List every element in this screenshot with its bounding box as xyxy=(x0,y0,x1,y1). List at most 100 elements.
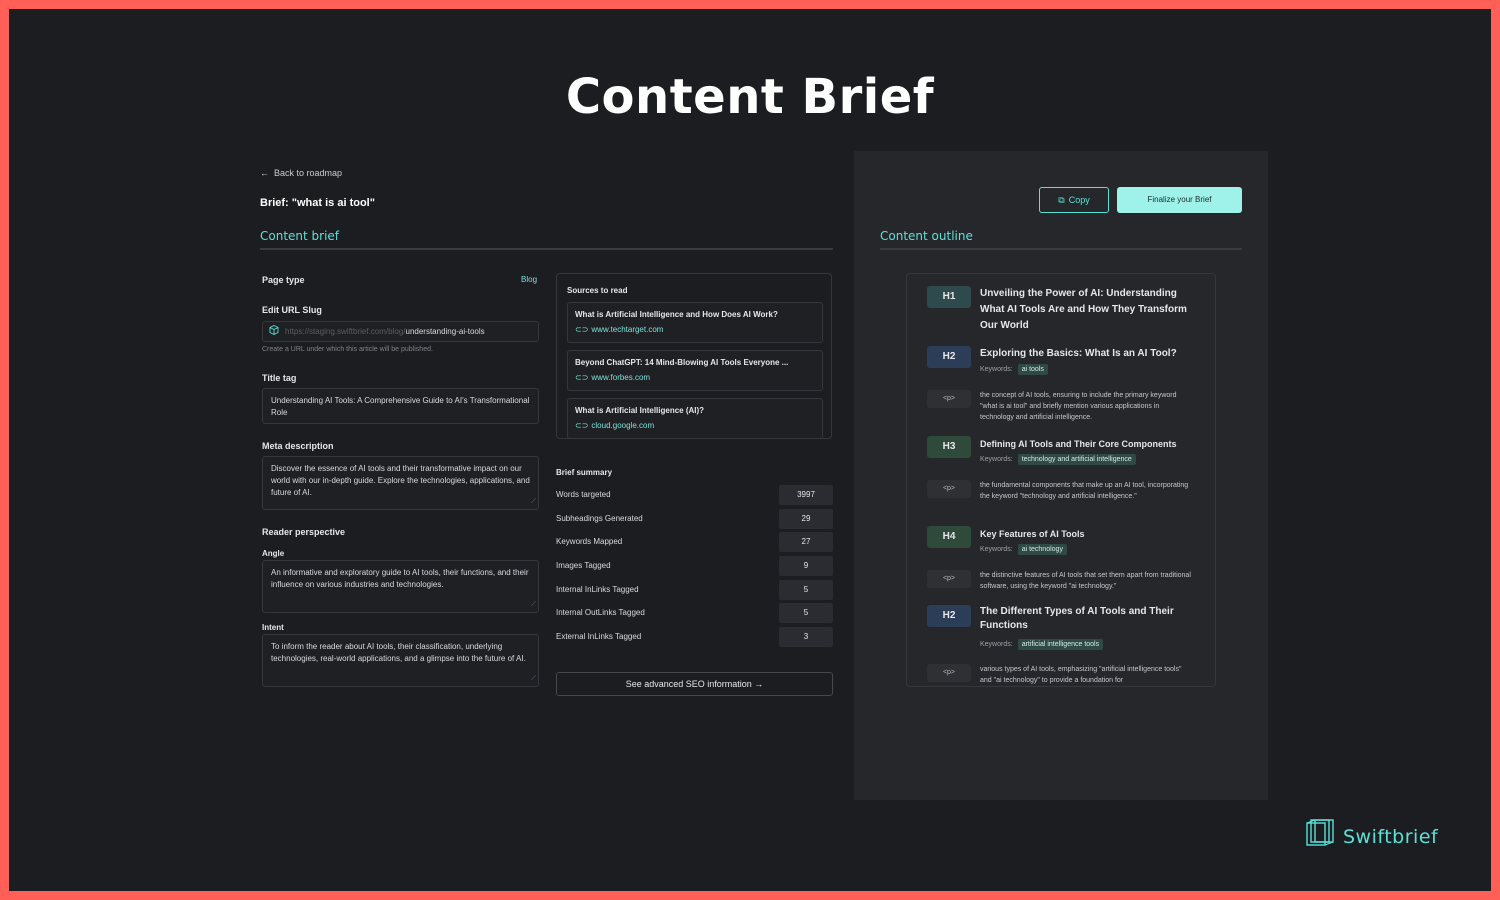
summary-label: Keywords Mapped xyxy=(556,537,623,546)
outline-item-paragraph[interactable]: <p> the distinctive features of AI tools… xyxy=(927,570,1207,600)
outline-heading: Key Features of AI Tools xyxy=(980,529,1085,539)
copy-label: Copy xyxy=(1068,195,1090,205)
summary-value: 29 xyxy=(779,509,833,529)
arrow-left-icon: ← xyxy=(260,168,269,178)
resize-grip-icon[interactable]: ⟋ xyxy=(531,599,536,611)
summary-value: 3997 xyxy=(779,485,833,505)
tab-underline xyxy=(260,248,833,250)
summary-label: Images Tagged xyxy=(556,561,611,570)
meta-description-field[interactable]: Discover the essence of AI tools and the… xyxy=(262,456,539,510)
brief-summary-title: Brief summary xyxy=(556,468,613,477)
angle-value: An informative and exploratory guide to … xyxy=(271,568,529,589)
keyword-chip: artificial intelligence tools xyxy=(1017,639,1104,650)
intent-field[interactable]: To inform the reader about AI tools, the… xyxy=(262,634,539,687)
url-slug-field[interactable]: https://staging.swiftbrief.com/blog/unde… xyxy=(262,321,539,342)
keyword-chip: ai technology xyxy=(1017,544,1067,555)
back-to-roadmap-link[interactable]: ← Back to roadmap xyxy=(260,168,342,178)
source-url[interactable]: www.techtarget.com xyxy=(591,325,663,334)
link-icon: ⊂⊃ xyxy=(575,325,589,334)
outline-item-paragraph[interactable]: <p> various types of AI tools, emphasizi… xyxy=(927,664,1207,686)
intent-label: Intent xyxy=(262,623,284,632)
meta-description-label: Meta description xyxy=(262,441,334,451)
page-title: Content Brief xyxy=(565,69,935,125)
angle-field[interactable]: An informative and exploratory guide to … xyxy=(262,560,539,613)
sources-to-read-box: Sources to read What is Artificial Intel… xyxy=(556,273,832,439)
brand-logo: Swiftbrief xyxy=(1305,817,1438,856)
heading-tag: H2 xyxy=(927,605,971,627)
outline-heading: Defining AI Tools and Their Core Compone… xyxy=(980,439,1177,449)
tab-underline xyxy=(880,248,1242,250)
summary-label: External InLinks Tagged xyxy=(556,632,642,641)
summary-value: 3 xyxy=(779,627,833,647)
outline-item-h2[interactable]: H2 Exploring the Basics: What Is an AI T… xyxy=(927,346,1207,382)
outline-item-paragraph[interactable]: <p> the concept of AI tools, ensuring to… xyxy=(927,390,1207,426)
resize-grip-icon[interactable]: ⟋ xyxy=(531,673,536,685)
source-url[interactable]: cloud.google.com xyxy=(591,421,654,430)
summary-label: Internal InLinks Tagged xyxy=(556,585,639,594)
page-type-value[interactable]: Blog xyxy=(521,275,537,284)
resize-grip-icon[interactable]: ⟋ xyxy=(531,496,536,508)
keyword-chip: technology and artificial intelligence xyxy=(1017,454,1136,465)
tab-content-outline[interactable]: Content outline xyxy=(880,229,973,243)
angle-label: Angle xyxy=(262,549,285,558)
outline-paragraph: the distinctive features of AI tools tha… xyxy=(980,572,1191,590)
link-icon: ⊂⊃ xyxy=(575,373,589,382)
source-title: What is Artificial Intelligence (AI)? xyxy=(575,406,705,415)
title-tag-field[interactable]: Understanding AI Tools: A Comprehensive … xyxy=(262,388,539,424)
url-slug-label: Edit URL Slug xyxy=(262,305,322,315)
keywords-label: Keywords: xyxy=(980,641,1013,648)
summary-label: Subheadings Generated xyxy=(556,514,643,523)
outline-heading: The Different Types of AI Tools and Thei… xyxy=(980,606,1174,631)
summary-row: Subheadings Generated 29 xyxy=(556,509,833,529)
reader-perspective-label: Reader perspective xyxy=(262,527,346,537)
copy-button[interactable]: ⧉ Copy xyxy=(1039,187,1109,213)
source-card[interactable]: Beyond ChatGPT: 14 Mind-Blowing AI Tools… xyxy=(567,350,823,391)
title-tag-label: Title tag xyxy=(262,373,297,383)
summary-row: Internal OutLinks Tagged 5 xyxy=(556,603,833,623)
content-brief-panel: ← Back to roadmap Brief: "what is ai too… xyxy=(234,151,846,800)
summary-label: Words targeted xyxy=(556,490,611,499)
brand-name: Swiftbrief xyxy=(1343,825,1439,848)
intent-value: To inform the reader about AI tools, the… xyxy=(271,642,526,663)
sources-title: Sources to read xyxy=(567,286,628,295)
url-slug-value: understanding-ai-tools xyxy=(405,326,485,336)
summary-label: Internal OutLinks Tagged xyxy=(556,608,645,617)
content-outline-list: H1 Unveiling the Power of AI: Understand… xyxy=(906,273,1216,687)
outline-item-paragraph[interactable]: <p> the fundamental components that make… xyxy=(927,480,1207,516)
swiftbrief-logo-icon xyxy=(1305,817,1337,856)
keywords-label: Keywords: xyxy=(980,456,1013,463)
source-title: Beyond ChatGPT: 14 Mind-Blowing AI Tools… xyxy=(575,358,789,367)
paragraph-tag: <p> xyxy=(927,664,971,682)
summary-value: 9 xyxy=(779,556,833,576)
brief-title: Brief: "what is ai tool" xyxy=(260,197,375,209)
summary-row: Internal InLinks Tagged 5 xyxy=(556,580,833,600)
content-outline-panel: ⧉ Copy Finalize your Brief Content outli… xyxy=(854,151,1268,800)
heading-tag: H1 xyxy=(927,286,971,308)
url-hint: Create a URL under which this article wi… xyxy=(262,346,433,353)
tab-content-brief[interactable]: Content brief xyxy=(260,229,339,243)
summary-value: 5 xyxy=(779,580,833,600)
outline-item-h3[interactable]: H3 Defining AI Tools and Their Core Comp… xyxy=(927,436,1207,472)
source-title: What is Artificial Intelligence and How … xyxy=(575,310,778,319)
source-card[interactable]: What is Artificial Intelligence (AI)? ⊂⊃… xyxy=(567,398,823,439)
title-tag-value: Understanding AI Tools: A Comprehensive … xyxy=(271,396,530,417)
heading-tag: H4 xyxy=(927,526,971,548)
back-link-label: Back to roadmap xyxy=(274,168,343,178)
outline-item-h2[interactable]: H2 The Different Types of AI Tools and T… xyxy=(927,605,1207,651)
heading-tag: H3 xyxy=(927,436,971,458)
source-url[interactable]: www.forbes.com xyxy=(591,373,650,382)
paragraph-tag: <p> xyxy=(927,480,971,498)
outline-item-h4[interactable]: H4 Key Features of AI Tools Keywords: ai… xyxy=(927,526,1207,562)
outline-paragraph: the concept of AI tools, ensuring to inc… xyxy=(980,392,1177,421)
finalize-brief-button[interactable]: Finalize your Brief xyxy=(1117,187,1242,213)
copy-icon: ⧉ xyxy=(1058,194,1065,205)
link-icon: ⊂⊃ xyxy=(575,421,589,430)
paragraph-tag: <p> xyxy=(927,570,971,588)
outline-item-h1[interactable]: H1 Unveiling the Power of AI: Understand… xyxy=(927,286,1207,334)
see-advanced-seo-button[interactable]: See advanced SEO information → xyxy=(556,672,833,696)
heading-tag: H2 xyxy=(927,346,971,368)
source-card[interactable]: What is Artificial Intelligence and How … xyxy=(567,302,823,343)
outline-heading: Exploring the Basics: What Is an AI Tool… xyxy=(980,348,1177,359)
outline-paragraph: various types of AI tools, emphasizing "… xyxy=(980,666,1182,684)
keywords-label: Keywords: xyxy=(980,546,1013,553)
